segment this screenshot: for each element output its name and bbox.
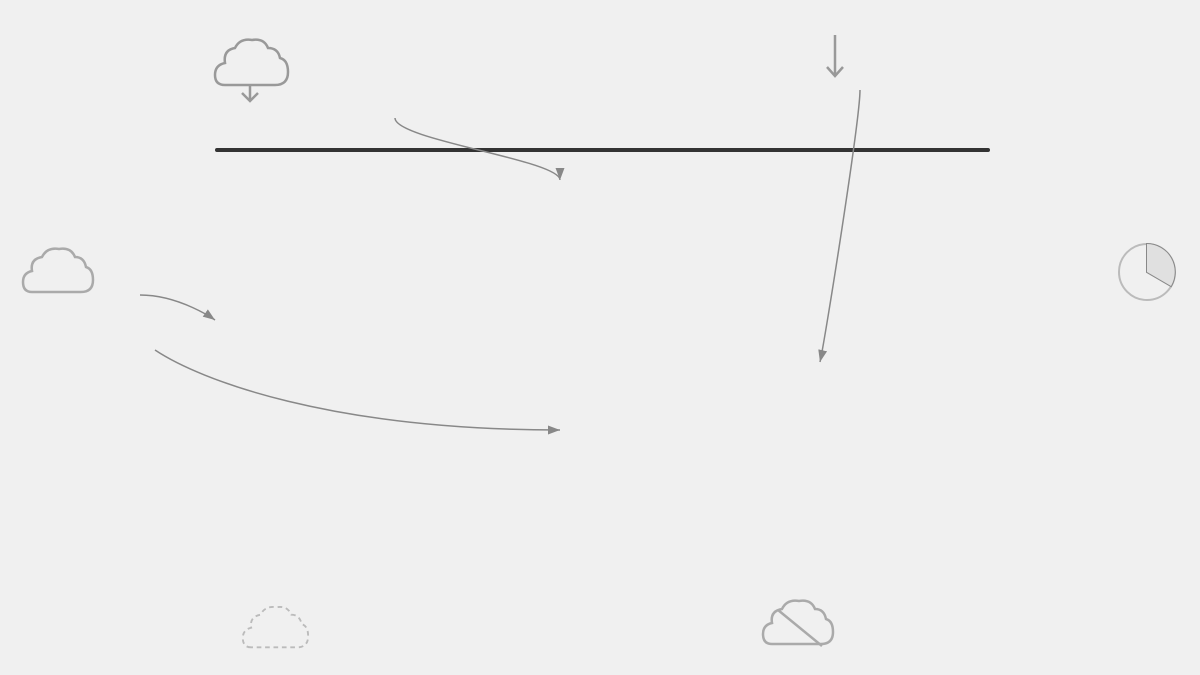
downloading-arrow-icon	[820, 30, 850, 93]
crossed-cloud-icon	[760, 592, 840, 655]
pie-chart-icon	[1115, 240, 1180, 308]
bottom-upload-annotation	[240, 597, 325, 655]
finder-window	[215, 148, 990, 152]
dashed-cloud-icon	[240, 597, 310, 655]
cloud-download-icon	[210, 30, 290, 108]
arrows-overlay	[0, 0, 1200, 675]
top-cloud-annotation	[210, 30, 310, 108]
right-pie-annotation	[1115, 240, 1180, 320]
bottom-unable-annotation	[760, 592, 855, 655]
cloud-icon	[20, 240, 95, 298]
top-download-annotation	[820, 30, 870, 93]
left-cloud-annotation	[20, 240, 95, 310]
